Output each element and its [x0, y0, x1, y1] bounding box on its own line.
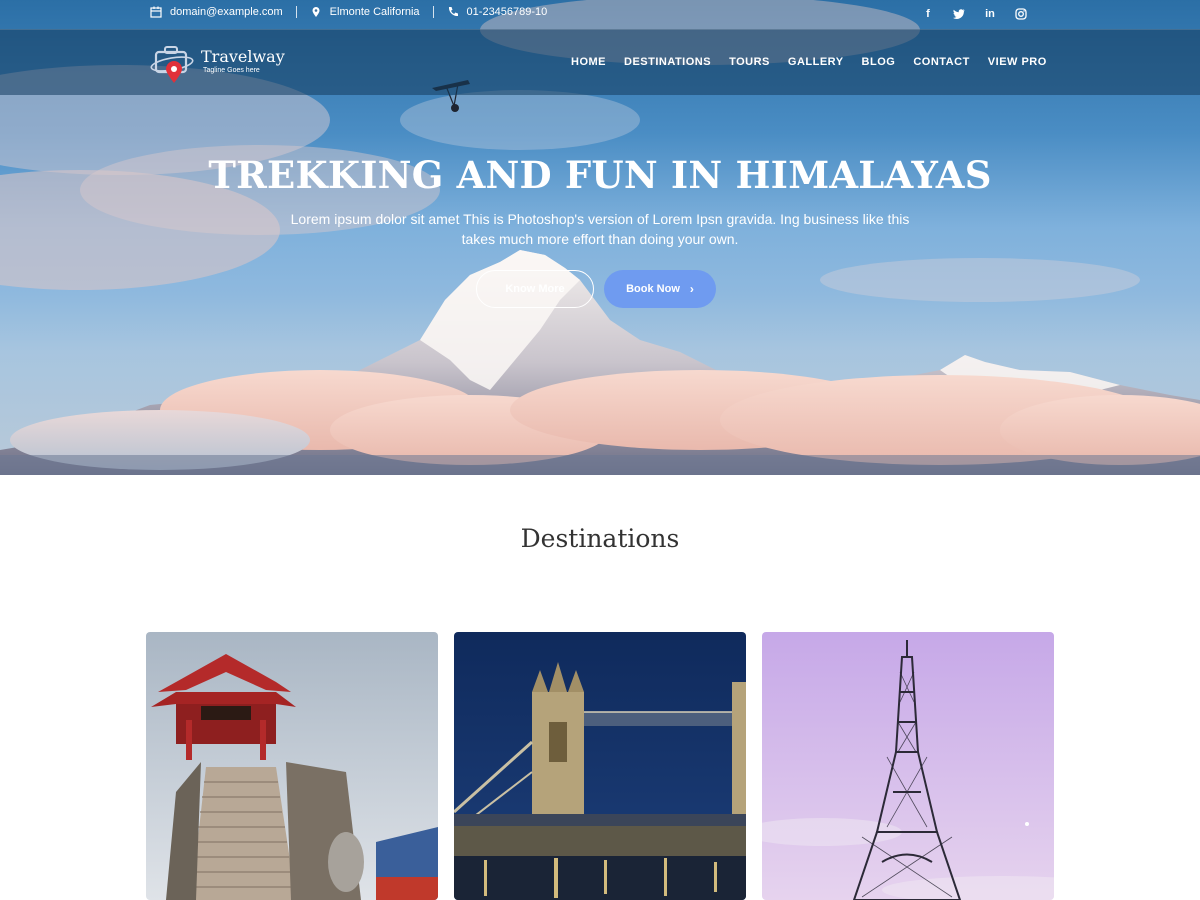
map-pin-icon — [310, 6, 322, 18]
know-more-button[interactable]: Know More — [476, 270, 594, 308]
top-info-bar: domain@example.com Elmonte California 01… — [0, 0, 1200, 28]
nav-item-destinations[interactable]: DESTINATIONS — [624, 56, 711, 68]
destination-card-pagoda[interactable] — [146, 632, 438, 900]
pagoda-temple-image — [146, 632, 438, 900]
nav-item-view-pro[interactable]: VIEW PRO — [988, 56, 1047, 68]
destination-card-bridge[interactable] — [454, 632, 746, 900]
site-logo[interactable]: Travelway Tagline Goes here — [150, 42, 300, 86]
book-now-label: Book Now — [626, 283, 680, 295]
nav-item-gallery[interactable]: GALLERY — [788, 56, 844, 68]
location-info: Elmonte California — [310, 6, 420, 18]
divider — [295, 6, 297, 18]
facebook-icon[interactable]: f — [920, 6, 936, 22]
phone-text: 01-23456789-10 — [466, 6, 548, 18]
know-more-label: Know More — [505, 283, 565, 295]
logo-name: Travelway — [201, 47, 285, 66]
email-info[interactable]: domain@example.com — [150, 6, 283, 18]
phone-info[interactable]: 01-23456789-10 — [447, 6, 548, 18]
nav-item-tours[interactable]: TOURS — [729, 56, 770, 68]
nav-item-blog[interactable]: BLOG — [862, 56, 896, 68]
calendar-icon — [150, 6, 162, 18]
suitcase-pin-logo-icon — [150, 46, 194, 83]
instagram-icon[interactable] — [1013, 6, 1029, 22]
destination-card-eiffel[interactable] — [762, 632, 1054, 900]
nav-item-contact[interactable]: CONTACT — [913, 56, 969, 68]
site-header: Travelway Tagline Goes here HOME DESTINA… — [0, 29, 1200, 95]
destinations-heading: Destinations — [520, 524, 680, 553]
phone-icon — [447, 6, 459, 18]
location-text: Elmonte California — [329, 6, 420, 18]
chevron-right-icon: › — [689, 282, 694, 296]
nav-item-home[interactable]: HOME — [571, 56, 606, 68]
eiffel-tower-image — [762, 632, 1054, 900]
email-text: domain@example.com — [170, 6, 283, 18]
social-links: f in — [920, 6, 1044, 22]
hero-title: TREKKING AND FUN IN HIMALAYAS — [208, 153, 992, 197]
twitter-icon[interactable] — [951, 6, 967, 22]
main-navigation: HOME DESTINATIONS TOURS GALLERY BLOG CON… — [571, 56, 1065, 68]
hero-subtitle: Lorem ipsum dolor sit amet This is Photo… — [290, 211, 910, 247]
logo-tagline: Tagline Goes here — [203, 67, 260, 74]
hero-banner: domain@example.com Elmonte California 01… — [0, 0, 1200, 475]
linkedin-icon[interactable]: in — [982, 6, 998, 22]
tower-bridge-image — [454, 632, 746, 900]
divider — [432, 6, 434, 18]
book-now-button[interactable]: Book Now › — [604, 270, 716, 308]
